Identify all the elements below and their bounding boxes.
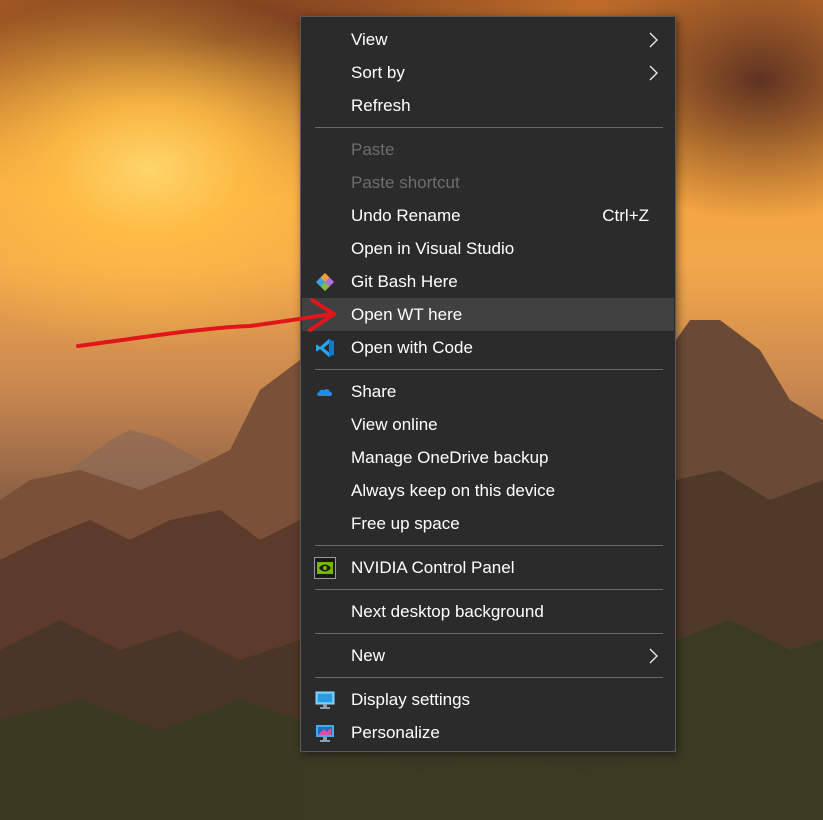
- vscode-icon: [316, 339, 334, 357]
- menu-item-sort-by[interactable]: Sort by: [302, 56, 674, 89]
- git-bash-icon: [316, 273, 334, 291]
- menu-separator: [315, 127, 663, 128]
- menu-item-next-desktop-background[interactable]: Next desktop background: [302, 595, 674, 628]
- menu-item-open-wt-here[interactable]: Open WT here: [302, 298, 674, 331]
- desktop-context-menu: View Sort by Refresh Paste Paste shortcu…: [300, 16, 676, 752]
- menu-item-paste[interactable]: Paste: [302, 133, 674, 166]
- menu-item-open-with-code[interactable]: Open with Code: [302, 331, 674, 364]
- menu-separator: [315, 677, 663, 678]
- menu-item-share[interactable]: Share: [302, 375, 674, 408]
- chevron-right-icon: [649, 32, 658, 48]
- chevron-right-icon: [649, 65, 658, 81]
- shortcut-text: Ctrl+Z: [602, 206, 649, 225]
- menu-item-nvidia-control-panel[interactable]: NVIDIA Control Panel: [302, 551, 674, 584]
- menu-item-personalize[interactable]: Personalize: [302, 716, 674, 749]
- menu-item-view-online[interactable]: View online: [302, 408, 674, 441]
- menu-item-manage-onedrive-backup[interactable]: Manage OneDrive backup: [302, 441, 674, 474]
- menu-separator: [315, 545, 663, 546]
- display-settings-icon: [315, 691, 335, 709]
- menu-item-new[interactable]: New: [302, 639, 674, 672]
- nvidia-icon: [314, 557, 336, 579]
- onedrive-cloud-icon: [317, 389, 333, 396]
- menu-item-undo-rename[interactable]: Undo Rename Ctrl+Z: [302, 199, 674, 232]
- menu-item-free-up-space[interactable]: Free up space: [302, 507, 674, 540]
- menu-separator: [315, 369, 663, 370]
- menu-item-refresh[interactable]: Refresh: [302, 89, 674, 122]
- menu-item-paste-shortcut[interactable]: Paste shortcut: [302, 166, 674, 199]
- menu-item-open-in-visual-studio[interactable]: Open in Visual Studio: [302, 232, 674, 265]
- menu-item-always-keep-on-device[interactable]: Always keep on this device: [302, 474, 674, 507]
- chevron-right-icon: [649, 648, 658, 664]
- menu-item-git-bash-here[interactable]: Git Bash Here: [302, 265, 674, 298]
- menu-item-view[interactable]: View: [302, 23, 674, 56]
- personalize-icon: [316, 725, 334, 742]
- menu-separator: [315, 633, 663, 634]
- menu-item-display-settings[interactable]: Display settings: [302, 683, 674, 716]
- menu-separator: [315, 589, 663, 590]
